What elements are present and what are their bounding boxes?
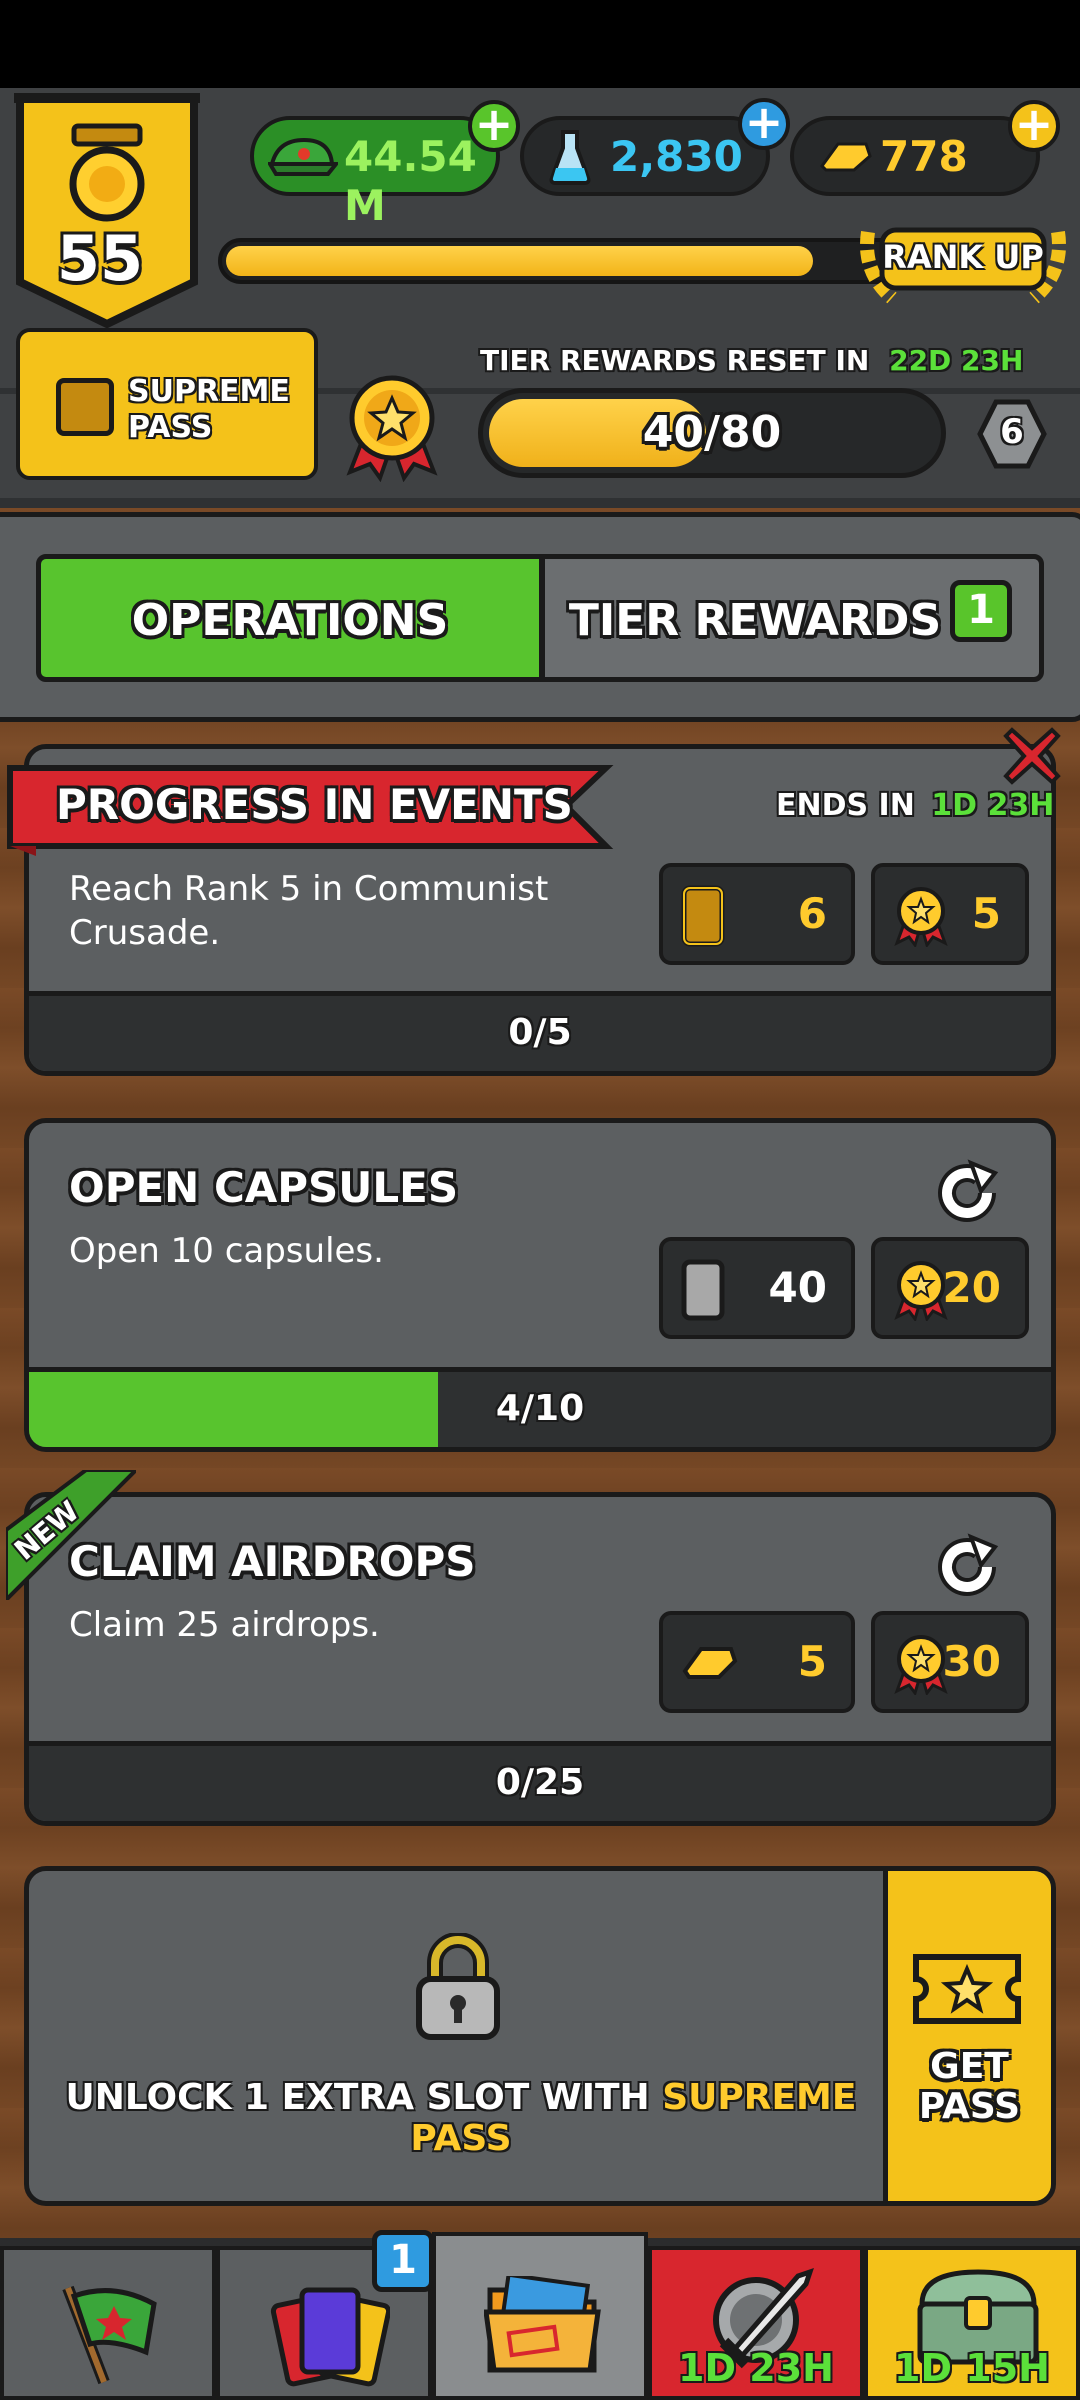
status-bar [0,0,1080,88]
nav-battle[interactable]: 1D 23H [648,2246,864,2400]
add-gold-button[interactable]: + [1008,100,1060,152]
refresh-icon[interactable] [933,1533,1001,1601]
flask-icon [549,130,591,185]
get-pass-label: GET PASS [918,2046,1021,2127]
nav-chest[interactable]: 1D 15H [864,2246,1080,2400]
supreme-pass-label: SUPREME PASS [128,374,290,445]
chest-timer: 1D 15H [894,2346,1050,2390]
tier-progress-text: 40/80 [642,407,782,458]
tier-reset-label: TIER REWARDS RESET IN [480,344,870,377]
reward-medals: 30 [871,1611,1029,1713]
unlock-slot-card: UNLOCK 1 EXTRA SLOT WITH SUPREME PASS GE… [24,1866,1056,2206]
nav-operations[interactable] [432,2232,648,2400]
operation-description: Open 10 capsules. [69,1231,384,1271]
gold-counter: 778 [790,116,1040,196]
add-research-button[interactable]: + [738,98,790,150]
cash-cap-icon [268,137,338,176]
ends-in-time: 1D 23H [931,788,1055,823]
tier-progress-bar: 40/80 [478,388,946,478]
reward-value: 20 [942,1263,1001,1312]
gold-value: 778 [880,132,968,181]
reward-medals: 5 [871,863,1029,965]
tab-operations-label: OPERATIONS [131,595,449,646]
research-counter: 2,830 [520,116,770,196]
medal-icon [894,1261,948,1321]
supreme-pass-checkbox [56,378,114,436]
add-cash-button[interactable]: + [468,100,520,152]
silver-card-icon [681,1259,725,1321]
cash-counter: 44.54 M [250,116,500,230]
bottom-navigation: 1 1D 23H 1D 15H [0,2230,1080,2400]
tier-reset-header: TIER REWARDS RESET IN 22D 23H [480,344,1023,377]
medal-icon [894,1635,948,1695]
reward-gold: 5 [659,1611,855,1713]
reward-medals: 20 [871,1237,1029,1339]
medal-icon [346,375,438,482]
divider [0,498,1080,508]
reward-value: 6 [797,889,827,938]
operation-progress-bar: 0/5 [29,991,1051,1071]
tier-level-value: 6 [1000,412,1024,452]
research-value: 2,830 [610,132,743,181]
lock-icon [416,1933,500,2040]
nav-map[interactable] [0,2246,216,2400]
operation-progress-text: 0/5 [508,1012,572,1053]
reward-silver-card: 40 [659,1237,855,1339]
battle-timer: 1D 23H [678,2346,834,2390]
flag-icon [62,2285,157,2385]
close-icon[interactable] [1000,724,1064,788]
gold-card-icon [681,885,725,947]
cards-badge: 1 [372,2230,434,2292]
gold-bar-icon [820,142,872,172]
operation-description: Reach Rank 5 in Communist Crusade. [69,869,549,953]
gold-bar-icon [682,1647,738,1679]
cash-value: 44.54 M [344,132,477,230]
xp-progress-bar [218,238,918,284]
ends-in-label: ENDS IN [776,788,915,823]
reward-value: 5 [971,889,1001,938]
reward-value: 30 [942,1637,1001,1686]
supreme-pass-card[interactable]: SUPREME PASS [16,328,318,480]
reward-gold-card: 6 [659,863,855,965]
reward-value: 5 [797,1637,827,1686]
events-ends-in: ENDS IN 1D 23H [776,788,1054,823]
cards-icon [270,2287,390,2387]
tier-reset-time: 22D 23H [889,344,1024,377]
reward-value: 40 [768,1263,827,1312]
operation-description: Claim 25 airdrops. [69,1605,380,1645]
get-pass-button[interactable]: GET PASS [883,1871,1051,2201]
operation-title: PROGRESS IN EVENTS [56,780,573,829]
folder-icon [484,2276,601,2373]
rank-level: 55 [56,222,144,295]
rank-up-label[interactable]: RANK UP [882,238,1044,276]
operation-card-open-capsules: OPEN CAPSULES Open 10 capsules. 40 20 4/… [24,1118,1056,1452]
operation-progress-bar: 4/10 [29,1367,1051,1447]
operation-title: OPEN CAPSULES [69,1163,459,1212]
pass-ticket-icon [913,1954,1021,2024]
medal-icon [894,887,948,947]
unlock-text-prefix: UNLOCK 1 EXTRA SLOT WITH [65,2077,650,2118]
tier-rewards-badge: 1 [950,580,1012,642]
operation-progress-text: 0/25 [495,1762,585,1803]
tab-operations[interactable]: OPERATIONS [36,554,544,682]
operation-card-claim-airdrops: CLAIM AIRDROPS Claim 25 airdrops. 5 30 0… [24,1492,1056,1826]
operation-progress-text: 4/10 [495,1388,585,1429]
xp-progress-fill [226,246,814,276]
operation-progress-bar: 0/25 [29,1741,1051,1821]
tab-tier-rewards-label: TIER REWARDS [568,595,942,646]
unlock-slot-text: UNLOCK 1 EXTRA SLOT WITH SUPREME PASS [29,2077,893,2159]
refresh-icon[interactable] [933,1159,1001,1227]
